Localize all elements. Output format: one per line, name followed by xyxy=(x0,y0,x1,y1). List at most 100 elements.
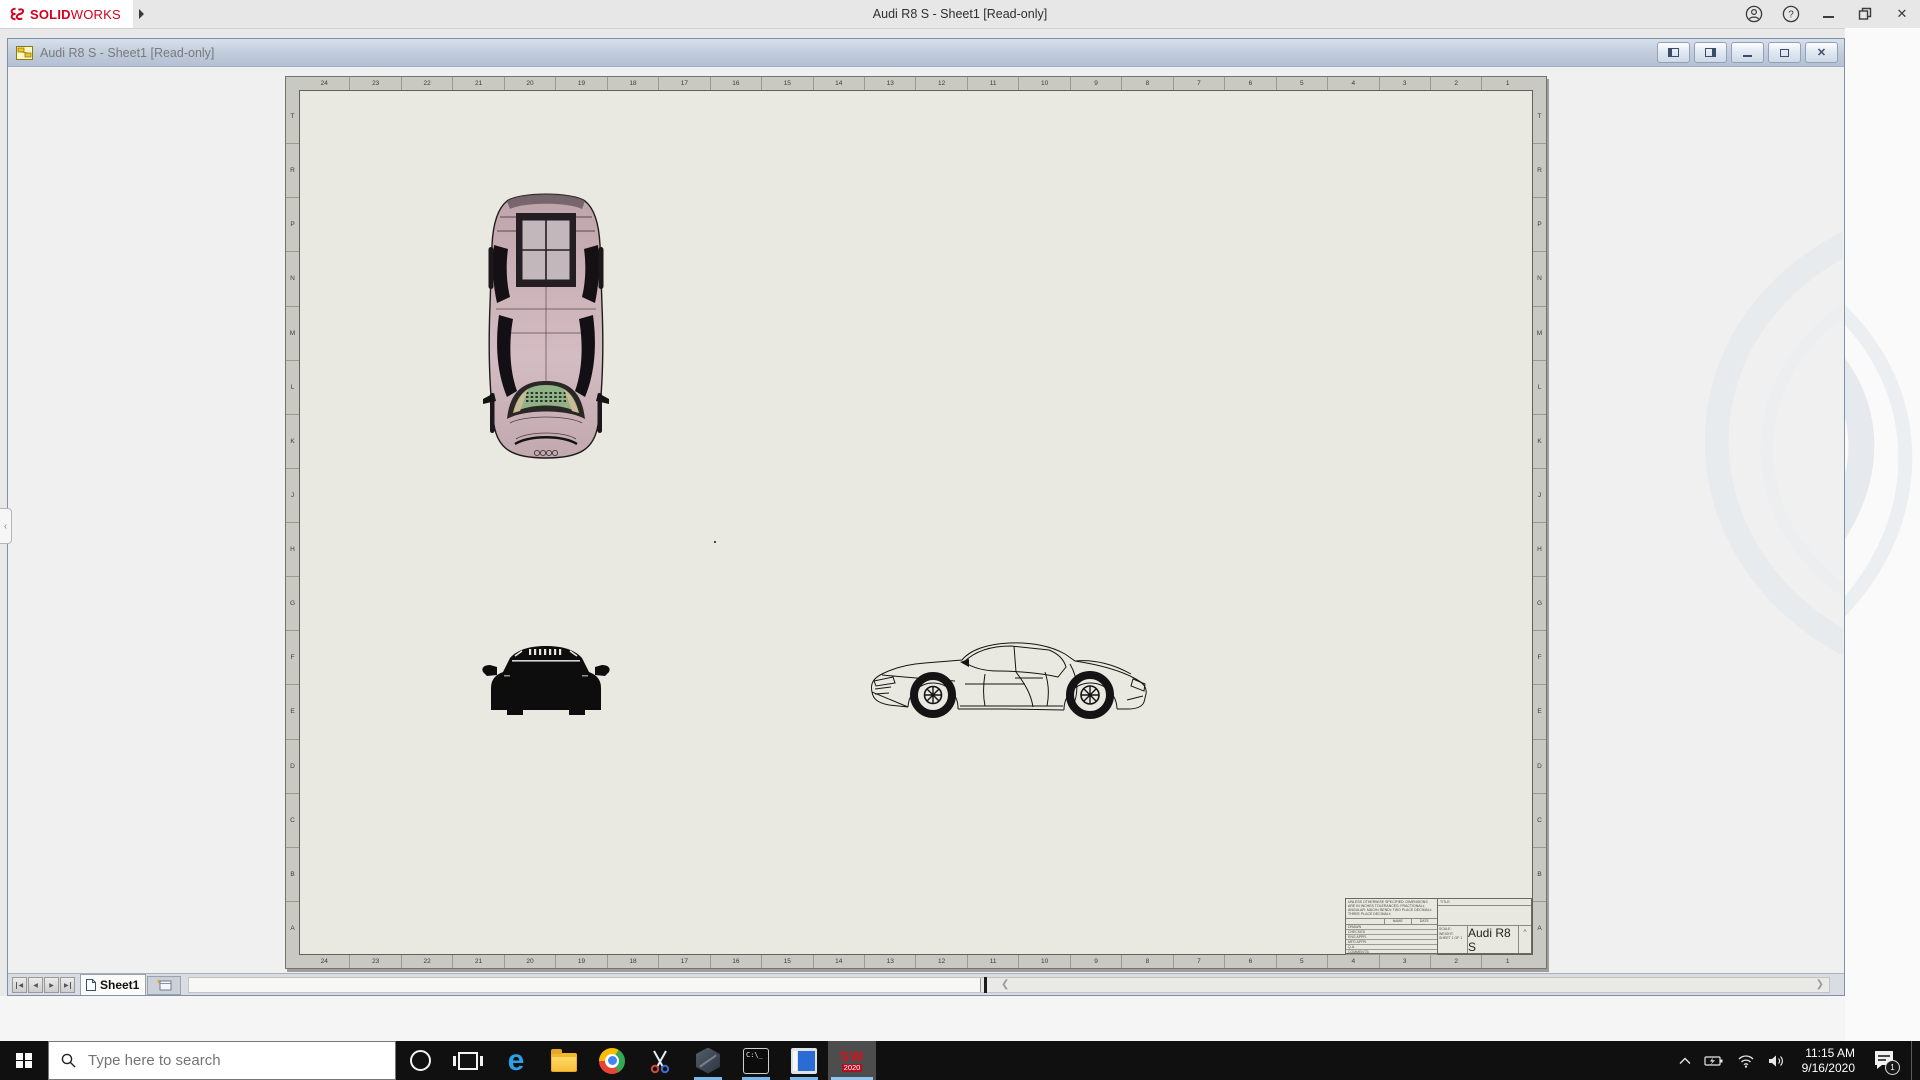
document-window-controls: ✕ xyxy=(1657,42,1838,63)
minimize-button[interactable] xyxy=(1818,4,1838,24)
zone-label: K xyxy=(1533,414,1546,468)
start-button[interactable] xyxy=(0,1041,48,1080)
previous-sheet-button[interactable]: ◀ xyxy=(28,977,43,993)
chrome-button[interactable] xyxy=(588,1041,636,1080)
drawing-viewport[interactable]: 242322212019181716151413121110987654321 … xyxy=(9,67,1843,973)
stray-annotation-dot xyxy=(714,541,716,543)
zone-label: 19 xyxy=(555,955,606,968)
zone-border-bottom: 242322212019181716151413121110987654321 xyxy=(299,955,1533,968)
zone-label: 1 xyxy=(1481,955,1532,968)
last-sheet-button[interactable]: ▶ xyxy=(60,977,75,993)
featuremanager-flyout-tab[interactable]: ‹ xyxy=(0,508,12,544)
sheet-paper[interactable]: UNLESS OTHERWISE SPECIFIED: DIMENSIONS A… xyxy=(299,90,1533,955)
speaker-icon xyxy=(1768,1054,1785,1068)
scrollbar-thumb[interactable] xyxy=(189,978,981,992)
first-sheet-button[interactable]: ◀ xyxy=(12,977,27,993)
title-block-scale-cell: SCALE: WEIGHT: SHEET 1 OF 1 xyxy=(1438,926,1468,953)
file-explorer-icon xyxy=(551,1053,577,1072)
command-prompt-button[interactable]: C:\_ xyxy=(732,1041,780,1080)
app-window-icon xyxy=(791,1048,817,1074)
document-close-button[interactable]: ✕ xyxy=(1805,42,1838,63)
zone-label: 20 xyxy=(504,955,555,968)
battery-button[interactable] xyxy=(1704,1055,1724,1067)
zone-label: 14 xyxy=(813,955,864,968)
edge-button[interactable]: e xyxy=(492,1041,540,1080)
volume-button[interactable] xyxy=(1768,1054,1785,1068)
backdrop-swoosh xyxy=(1543,187,1843,747)
zone-label: C xyxy=(286,793,299,847)
zone-label: 3 xyxy=(1379,77,1430,90)
zone-label: N xyxy=(286,251,299,305)
title-block-row: COMMENTS: xyxy=(1346,950,1437,955)
scroll-left-icon[interactable]: ❮ xyxy=(1001,978,1009,992)
zone-label: 24 xyxy=(299,77,349,90)
zone-label: 3 xyxy=(1379,955,1430,968)
zone-label: P xyxy=(1533,197,1546,251)
next-sheet-button[interactable]: ▶ xyxy=(44,977,59,993)
solidworks-logo[interactable]: SOLIDWORKS xyxy=(0,0,133,28)
toggle-left-pane-button[interactable] xyxy=(1657,42,1690,63)
zone-label: 6 xyxy=(1224,955,1275,968)
clock-time: 11:15 AM xyxy=(1805,1046,1855,1061)
zone-label: R xyxy=(286,143,299,197)
file-explorer-button[interactable] xyxy=(540,1041,588,1080)
zone-label: 21 xyxy=(452,77,503,90)
zone-label: 10 xyxy=(1018,77,1069,90)
title-block-rows: DRAWNCHECKEDENG APPR.MFG APPR.Q.A.COMMEN… xyxy=(1346,925,1437,953)
chevron-up-icon xyxy=(1679,1057,1691,1065)
zone-label: B xyxy=(286,847,299,901)
zone-label: 7 xyxy=(1173,77,1224,90)
window-title: Audi R8 S - Sheet1 [Read-only] xyxy=(200,0,1720,28)
snipping-tool-button[interactable] xyxy=(636,1041,684,1080)
zone-border-left: TRPNMLKJHGFEDCBA xyxy=(286,90,299,955)
tray-expand-button[interactable] xyxy=(1679,1057,1691,1065)
title-block[interactable]: UNLESS OTHERWISE SPECIFIED: DIMENSIONS A… xyxy=(1345,898,1532,954)
document-minimize-button[interactable] xyxy=(1731,42,1764,63)
network-button[interactable] xyxy=(1737,1054,1755,1068)
taskbar-search[interactable] xyxy=(48,1041,396,1080)
drawing-view-side[interactable] xyxy=(865,634,1153,722)
solidworks-taskbar-button[interactable]: SW 2020 xyxy=(828,1041,876,1080)
menu-flyout-arrow-icon[interactable] xyxy=(139,9,144,19)
horizontal-scrollbar[interactable]: ❮ ❯ xyxy=(188,977,1830,993)
sheet-nav-buttons: ◀ ◀ ▶ ▶ xyxy=(12,977,75,993)
search-icon xyxy=(61,1053,76,1068)
sheet-tab-bar: ◀ ◀ ▶ ▶ Sheet1 ✶ xyxy=(8,973,1844,995)
pane-splitter-handle[interactable] xyxy=(984,977,987,993)
restore-button[interactable] xyxy=(1855,4,1875,24)
chrome-icon xyxy=(599,1048,625,1074)
app-window-button[interactable] xyxy=(780,1041,828,1080)
tab-sheet1[interactable]: Sheet1 xyxy=(80,974,146,995)
drawing-view-top[interactable] xyxy=(482,187,610,463)
title-block-date-col: DATE xyxy=(1411,919,1438,924)
zone-label: 11 xyxy=(967,77,1018,90)
task-view-button[interactable] xyxy=(444,1041,492,1080)
zone-label: A xyxy=(286,901,299,955)
zone-label: 16 xyxy=(710,955,761,968)
scroll-right-icon[interactable]: ❯ xyxy=(1816,978,1824,992)
close-button[interactable]: ✕ xyxy=(1892,4,1912,24)
document-restore-button[interactable] xyxy=(1768,42,1801,63)
snipping-tool-icon xyxy=(647,1048,673,1074)
help-icon[interactable]: ? xyxy=(1781,4,1801,24)
zone-label: 14 xyxy=(813,77,864,90)
drawing-sheet[interactable]: 242322212019181716151413121110987654321 … xyxy=(285,76,1547,969)
windows-logo-icon xyxy=(16,1053,32,1069)
zone-label: F xyxy=(286,630,299,684)
solidworks-2020-icon: SW 2020 xyxy=(840,1049,865,1072)
zone-label: B xyxy=(1533,847,1546,901)
action-center-button[interactable]: 1 xyxy=(1872,1048,1898,1074)
account-icon[interactable] xyxy=(1744,4,1764,24)
show-desktop-button[interactable] xyxy=(1911,1041,1917,1080)
search-input[interactable] xyxy=(86,1051,330,1070)
taskbar-clock[interactable]: 11:15 AM 9/16/2020 xyxy=(1798,1046,1859,1076)
zone-label: 4 xyxy=(1327,955,1378,968)
add-sheet-tab[interactable]: ✶ xyxy=(147,976,181,995)
app-backdrop xyxy=(1845,28,1920,1041)
toggle-right-pane-button[interactable] xyxy=(1694,42,1727,63)
cortana-button[interactable] xyxy=(396,1041,444,1080)
edrawings-button[interactable] xyxy=(684,1041,732,1080)
zone-label: 22 xyxy=(401,77,452,90)
drawing-view-front[interactable] xyxy=(482,634,610,718)
sheet-icon xyxy=(86,979,96,991)
